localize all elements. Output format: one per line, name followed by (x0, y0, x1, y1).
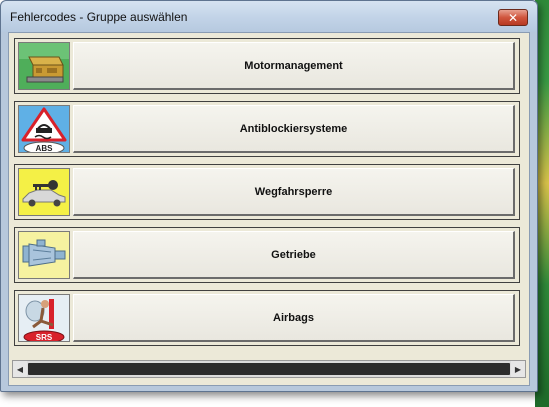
gearbox-icon (18, 231, 70, 279)
engine-control-unit-icon (18, 42, 70, 90)
horizontal-scrollbar[interactable]: ◀ ▶ (12, 360, 526, 378)
group-row-motormanagement: Motormanagement (14, 38, 520, 94)
window-title: Fehlercodes - Gruppe auswählen (10, 10, 188, 24)
group-list: Motormanagement ABS Antiblockiersysteme (8, 32, 530, 386)
abs-icon-text: ABS (36, 144, 54, 153)
title-bar[interactable]: Fehlercodes - Gruppe auswählen ✕ (1, 1, 537, 32)
scrollbar-thumb[interactable] (28, 363, 510, 375)
abs-warning-icon: ABS (18, 105, 70, 153)
close-button[interactable]: ✕ (498, 9, 528, 26)
group-row-antiblockiersysteme: ABS Antiblockiersysteme (14, 101, 520, 157)
getriebe-button[interactable]: Getriebe (73, 231, 515, 279)
srs-icon-text: SRS (36, 333, 53, 342)
airbag-srs-icon: SRS (18, 294, 70, 342)
group-row-wegfahrsperre: Wegfahrsperre (14, 164, 520, 220)
scroll-left-arrow-icon[interactable]: ◀ (13, 361, 27, 377)
motormanagement-button[interactable]: Motormanagement (73, 42, 515, 90)
airbags-button[interactable]: Airbags (73, 294, 515, 342)
car-key-icon (18, 168, 70, 216)
scroll-right-arrow-icon[interactable]: ▶ (511, 361, 525, 377)
group-row-airbags: SRS Airbags (14, 290, 520, 346)
close-icon: ✕ (507, 10, 519, 25)
antiblockiersysteme-button[interactable]: Antiblockiersysteme (73, 105, 515, 153)
dialog-window: Fehlercodes - Gruppe auswählen ✕ Motorma… (0, 0, 538, 392)
group-row-getriebe: Getriebe (14, 227, 520, 283)
wegfahrsperre-button[interactable]: Wegfahrsperre (73, 168, 515, 216)
